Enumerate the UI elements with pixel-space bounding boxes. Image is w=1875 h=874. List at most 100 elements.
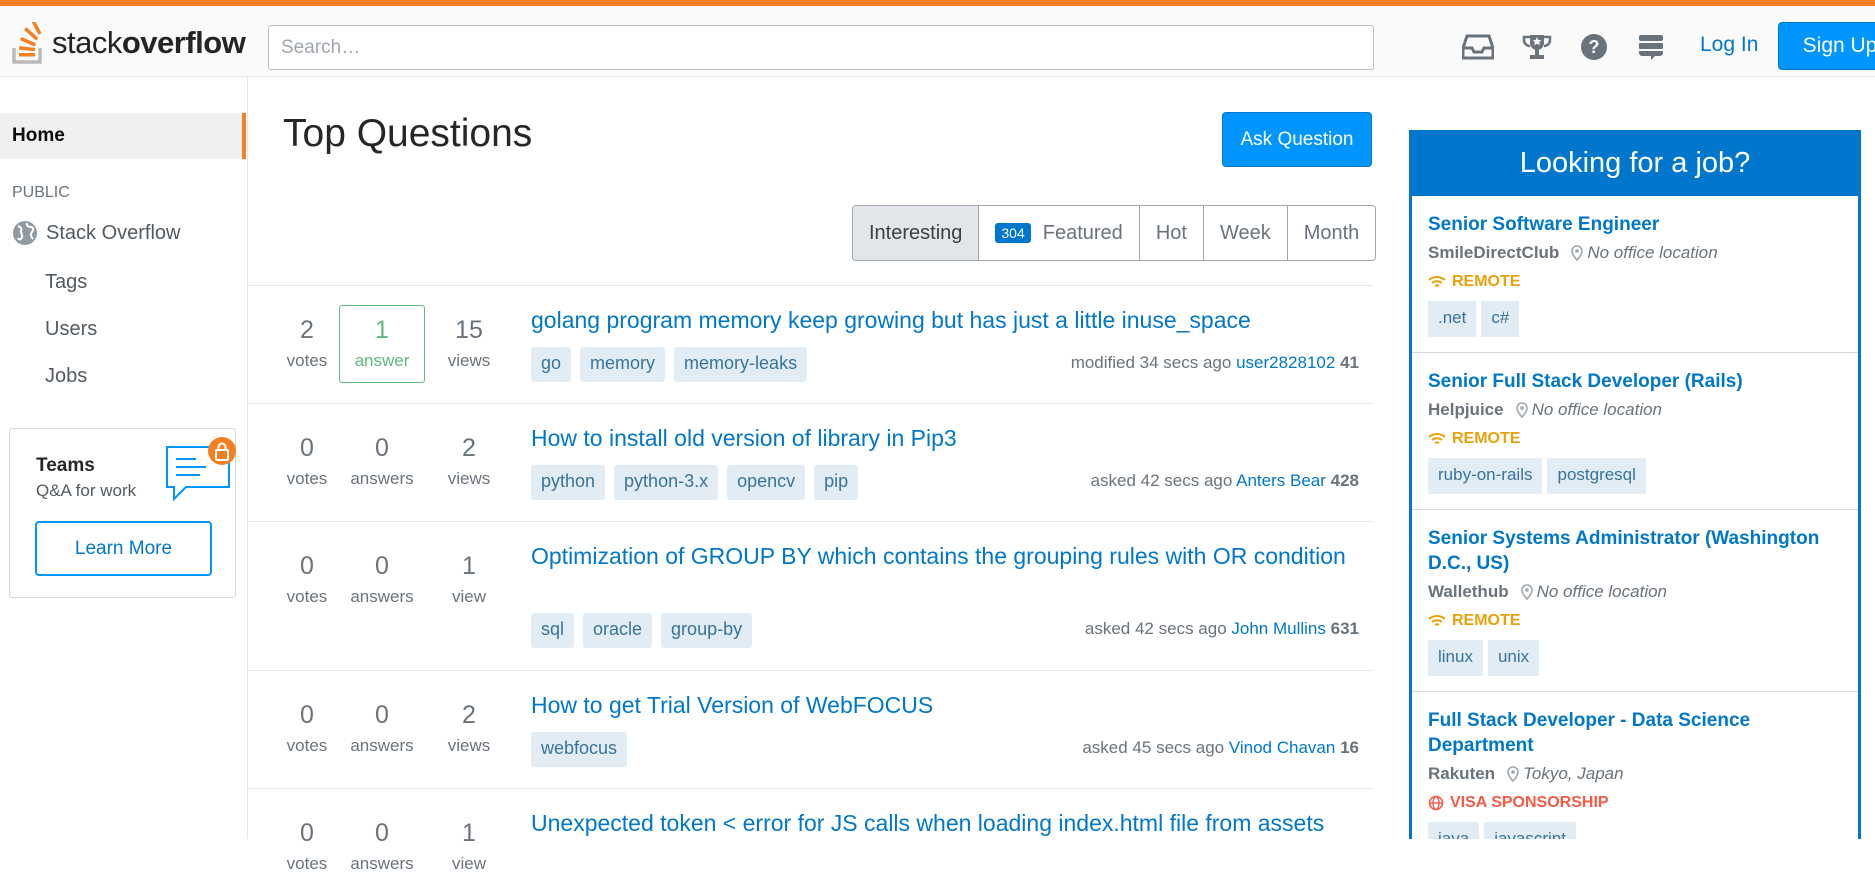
top-bar: stackoverflow ? Log In Sign Up xyxy=(0,0,1875,77)
tag[interactable]: memory-leaks xyxy=(674,347,808,382)
question-summary: 2 votes 1 answer 15 views golang program me… xyxy=(248,286,1373,404)
job-location: No office location xyxy=(1536,582,1667,601)
wifi-remote-icon xyxy=(1428,433,1446,444)
sidebar-public-label: PUBLIC xyxy=(12,184,70,201)
user-reputation: 16 xyxy=(1340,738,1359,757)
tab-interesting[interactable]: Interesting xyxy=(853,206,980,260)
job-tag[interactable]: ruby-on-rails xyxy=(1428,458,1543,494)
question-title-link[interactable]: golang program memory keep growing but h… xyxy=(531,305,1381,336)
page-title: Top Questions xyxy=(283,112,533,155)
trophy-icon[interactable] xyxy=(1520,30,1554,64)
job-title-link[interactable]: Senior Full Stack Developer (Rails) xyxy=(1428,371,1743,392)
wifi-remote-icon xyxy=(1428,276,1446,287)
signup-button[interactable]: Sign Up xyxy=(1778,22,1875,70)
location-pin-icon xyxy=(1571,245,1584,261)
tag[interactable]: python xyxy=(531,465,606,500)
sidebar-item-users[interactable]: Users xyxy=(45,318,97,341)
question-summary: 0 votes 0 answers 2 views How to get Trial … xyxy=(248,671,1373,789)
svg-text:?: ? xyxy=(1589,37,1600,57)
login-link[interactable]: Log In xyxy=(1700,33,1758,57)
sidebar-item-tags[interactable]: Tags xyxy=(45,271,87,294)
tag[interactable]: memory xyxy=(580,347,666,382)
question-meta: asked 45 secs ago Vinod Chavan 16 xyxy=(1082,738,1359,758)
job-title-link[interactable]: Senior Software Engineer xyxy=(1428,214,1659,235)
ask-question-button[interactable]: Ask Question xyxy=(1222,112,1372,167)
question-title-link[interactable]: Optimization of GROUP BY which contains … xyxy=(531,541,1381,572)
question-filter-tabs: Interesting 304 Featured Hot Week Month xyxy=(852,205,1377,261)
job-title-link[interactable]: Senior Systems Administrator (Washington… xyxy=(1428,526,1842,576)
job-tag[interactable]: postgresql xyxy=(1547,458,1646,494)
tag[interactable]: group-by xyxy=(661,613,753,648)
question-title-link[interactable]: Unexpected token < error for JS calls wh… xyxy=(531,808,1381,839)
location-pin-icon xyxy=(1507,766,1519,782)
jobs-widget: Looking for a job? Senior Software Engin… xyxy=(1409,130,1861,839)
question-tags: python python-3.x opencv pip xyxy=(531,465,867,500)
question-action-time: asked 42 secs ago xyxy=(1084,619,1227,638)
sidebar-item-home[interactable]: Home xyxy=(0,113,246,159)
tab-label: Interesting xyxy=(869,221,963,244)
tag[interactable]: go xyxy=(531,347,572,382)
view-count: 1 view xyxy=(451,819,486,873)
user-link[interactable]: Anters Bear xyxy=(1236,471,1326,490)
teams-illustration-icon xyxy=(164,437,238,512)
job-title-link[interactable]: Full Stack Developer - Data Science Depa… xyxy=(1428,708,1842,758)
question-tags: go memory memory-leaks xyxy=(531,347,816,382)
question-title-link[interactable]: How to get Trial Version of WebFOCUS xyxy=(531,690,1381,721)
tab-week[interactable]: Week xyxy=(1203,206,1288,260)
tab-featured[interactable]: 304 Featured xyxy=(979,206,1140,260)
job-tag[interactable]: linux xyxy=(1428,640,1483,676)
user-link[interactable]: John Mullins xyxy=(1231,619,1326,638)
jobs-heading: Looking for a job? xyxy=(1412,133,1858,196)
job-location: No office location xyxy=(1531,400,1662,419)
tag[interactable]: webfocus xyxy=(531,732,628,767)
search-input[interactable] xyxy=(268,25,1374,70)
question-meta: modified 34 secs ago user2828102 41 xyxy=(1071,353,1359,373)
stackoverflow-logo[interactable]: stackoverflow xyxy=(12,20,246,66)
job-listing: Senior Software Engineer SmileDirectClub… xyxy=(1412,196,1858,353)
job-tag[interactable]: javascript xyxy=(1484,822,1576,839)
wifi-remote-icon xyxy=(1428,615,1446,626)
job-perk: REMOTE xyxy=(1452,612,1521,629)
sidebar-item-jobs[interactable]: Jobs xyxy=(45,365,87,388)
sidebar-item-label: Stack Overflow xyxy=(46,221,181,244)
job-tag[interactable]: c# xyxy=(1481,301,1520,337)
question-tags: webfocus xyxy=(531,732,636,767)
tab-label: Featured xyxy=(1042,221,1123,244)
question-action-time: asked 42 secs ago xyxy=(1090,471,1233,490)
job-tag[interactable]: .net xyxy=(1428,301,1477,337)
tag[interactable]: python-3.x xyxy=(614,465,719,500)
tab-label: Week xyxy=(1219,221,1271,244)
tab-label: Hot xyxy=(1155,221,1187,244)
question-action-time: modified 34 secs ago xyxy=(1070,353,1232,372)
question-meta: asked 42 secs ago John Mullins 631 xyxy=(1085,619,1359,639)
sidebar-item-stack-overflow[interactable]: Stack Overflow xyxy=(12,220,180,246)
location-pin-icon xyxy=(1520,584,1533,600)
question-title-link[interactable]: How to install old version of library in… xyxy=(531,423,1381,454)
inbox-icon[interactable] xyxy=(1461,30,1495,64)
stackexchange-icon[interactable] xyxy=(1634,30,1668,64)
tag[interactable]: oracle xyxy=(583,613,653,648)
job-tag[interactable]: unix xyxy=(1487,640,1540,676)
view-count: 2 views xyxy=(447,434,491,488)
teams-title: Teams xyxy=(36,455,95,476)
user-reputation: 41 xyxy=(1340,353,1359,372)
job-company: Helpjuice xyxy=(1428,400,1504,419)
tag[interactable]: sql xyxy=(531,613,575,648)
job-listing: Senior Systems Administrator (Washington… xyxy=(1412,510,1858,692)
tab-month[interactable]: Month xyxy=(1287,206,1376,260)
question-meta: asked 42 secs ago Anters Bear 428 xyxy=(1091,471,1359,491)
job-tag[interactable]: java xyxy=(1428,822,1480,839)
tag[interactable]: opencv xyxy=(727,465,806,500)
user-link[interactable]: user2828102 xyxy=(1236,353,1335,372)
help-icon[interactable]: ? xyxy=(1577,30,1611,64)
vote-count: 0 votes xyxy=(286,434,328,488)
user-link[interactable]: Vinod Chavan xyxy=(1229,738,1336,757)
job-perk: REMOTE xyxy=(1452,273,1521,290)
tab-hot[interactable]: Hot xyxy=(1139,206,1204,260)
globe-icon xyxy=(13,221,37,245)
question-list: 2 votes 1 answer 15 views golang program me… xyxy=(248,285,1373,873)
teams-promo: Teams Q&A for work Learn More xyxy=(9,428,236,598)
tag[interactable]: pip xyxy=(814,465,859,500)
learn-more-button[interactable]: Learn More xyxy=(35,521,212,576)
job-listing: Senior Full Stack Developer (Rails) Help… xyxy=(1412,353,1858,510)
